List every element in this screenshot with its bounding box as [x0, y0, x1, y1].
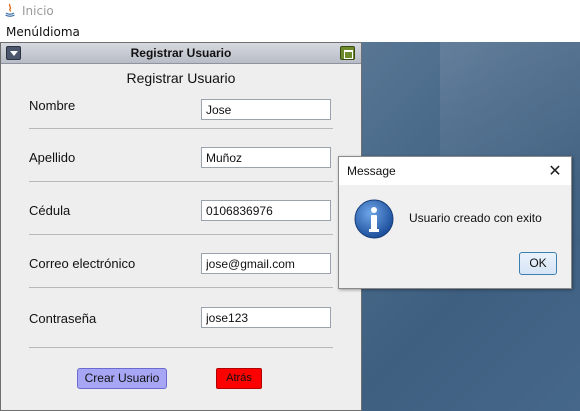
frame-title: Registrar Usuario	[130, 46, 232, 60]
cedula-label: Cédula	[29, 203, 71, 218]
nombre-label: Nombre	[29, 98, 76, 113]
separator	[29, 287, 333, 288]
frame-titlebar[interactable]: Registrar Usuario	[1, 43, 361, 64]
info-icon	[354, 199, 394, 239]
contrasena-label: Contraseña	[29, 311, 97, 326]
separator	[29, 181, 333, 182]
ok-button[interactable]: OK	[519, 252, 557, 275]
nombre-field[interactable]	[201, 99, 331, 120]
dialog-titlebar[interactable]: Message ✕	[339, 157, 571, 185]
menu-bar: Menú Idioma	[0, 22, 580, 42]
correo-field[interactable]	[201, 253, 331, 274]
separator	[29, 347, 333, 348]
registrar-usuario-frame: Registrar Usuario Registrar Usuario Nomb…	[0, 42, 362, 411]
window-titlebar: Inicio	[0, 0, 580, 22]
window-title: Inicio	[22, 4, 54, 18]
apellido-label: Apellido	[29, 150, 76, 165]
maximize-icon[interactable]	[340, 46, 355, 60]
contrasena-field[interactable]	[201, 307, 331, 328]
separator	[29, 128, 333, 129]
message-dialog: Message ✕ Usuario creado con exito OK	[338, 156, 572, 289]
form-heading: Registrar Usuario	[126, 70, 236, 86]
correo-label: Correo electrónico	[29, 256, 136, 271]
atras-button[interactable]: Atrás	[216, 368, 262, 389]
cedula-field[interactable]	[201, 200, 331, 221]
dialog-message: Usuario creado con exito	[409, 211, 542, 225]
apellido-field[interactable]	[201, 147, 331, 168]
separator	[29, 234, 333, 235]
java-app-icon	[3, 3, 17, 18]
menu-item-idioma[interactable]: Idioma	[39, 25, 80, 39]
dialog-title: Message	[347, 164, 396, 178]
menu-item-menu[interactable]: Menú	[6, 25, 39, 39]
close-icon[interactable]: ✕	[546, 162, 564, 180]
crear-usuario-button[interactable]: Crear Usuario	[77, 368, 167, 389]
